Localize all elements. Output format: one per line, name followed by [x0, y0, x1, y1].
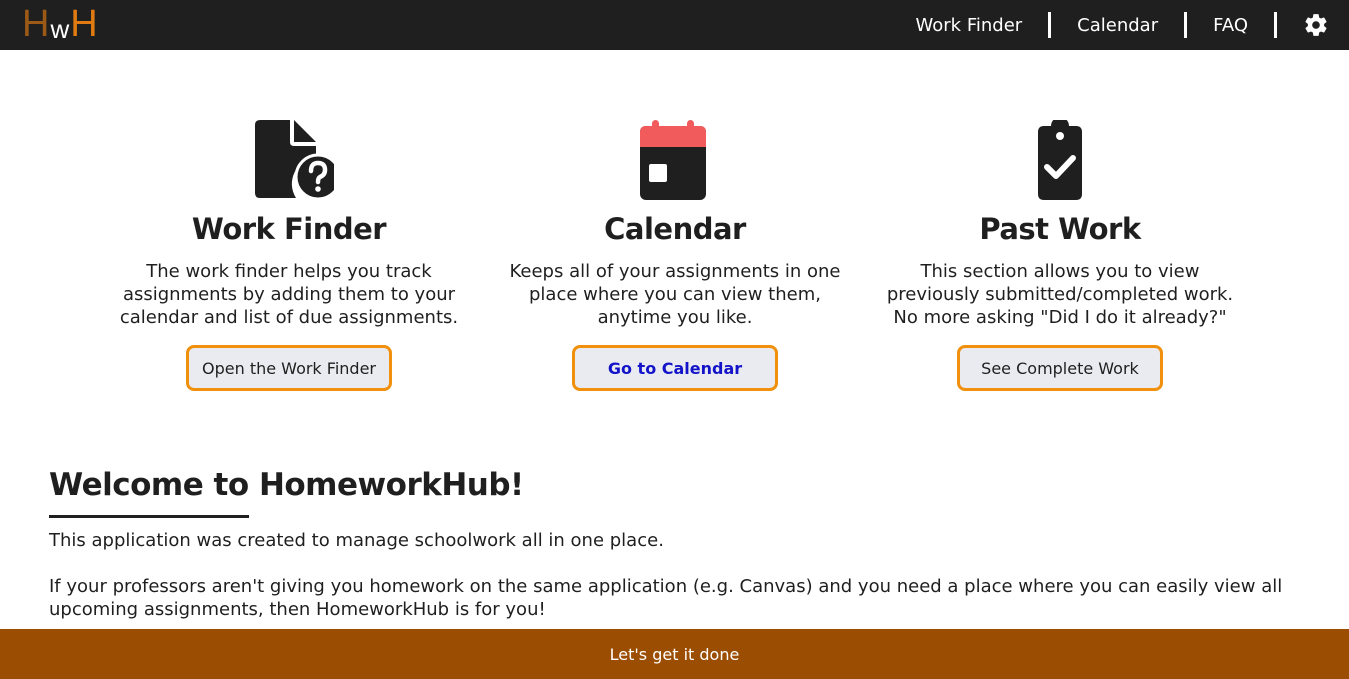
card-work-finder: Work Finder The work finder helps you tr… — [114, 120, 464, 391]
footer-tagline: Let's get it done — [609, 644, 740, 664]
calendar-icon — [640, 120, 706, 200]
card-title: Work Finder — [191, 212, 387, 246]
card-title: Past Work — [979, 212, 1141, 246]
logo-letter-h1: H — [22, 3, 50, 45]
nav-divider — [1184, 12, 1188, 38]
nav-calendar-link[interactable]: Calendar — [1077, 15, 1158, 36]
card-past-work: Past Work This section allows you to vie… — [885, 120, 1235, 391]
card-description: This section allows you to view previous… — [886, 261, 1234, 328]
card-title: Calendar — [604, 212, 746, 246]
nav-divider — [1048, 12, 1052, 38]
nav-work-finder-link[interactable]: Work Finder — [916, 15, 1023, 36]
nav-divider — [1274, 12, 1277, 38]
card-description: Keeps all of your assignments in one pla… — [509, 261, 841, 328]
logo-letter-w: w — [50, 14, 70, 44]
nav-faq-link[interactable]: FAQ — [1213, 15, 1248, 36]
file-question-icon — [255, 120, 334, 201]
main-nav: Work Finder Calendar FAQ — [916, 0, 1329, 50]
welcome-title: Welcome to HomeworkHub! — [49, 467, 524, 503]
clipboard-check-icon — [1038, 120, 1082, 200]
see-complete-work-button[interactable]: See Complete Work — [957, 345, 1163, 391]
card-description: The work finder helps you track assignme… — [119, 261, 459, 328]
gear-icon[interactable] — [1303, 12, 1329, 38]
feature-cards: Work Finder The work finder helps you tr… — [0, 120, 1349, 400]
title-underline — [49, 515, 249, 518]
go-to-calendar-button[interactable]: Go to Calendar — [572, 345, 778, 391]
open-work-finder-button[interactable]: Open the Work Finder — [186, 345, 392, 391]
logo-letter-h2: H — [70, 3, 98, 45]
welcome-section: Welcome to HomeworkHub! This application… — [49, 466, 1309, 621]
top-navbar: H w H Work Finder Calendar FAQ — [0, 0, 1349, 50]
welcome-paragraph-1: This application was created to manage s… — [49, 530, 664, 551]
footer-bar: Let's get it done — [0, 629, 1349, 679]
card-calendar: Calendar Keeps all of your assignments i… — [500, 120, 850, 391]
welcome-paragraph-2: If your professors aren't giving you hom… — [49, 576, 1283, 620]
homeworkhub-logo[interactable]: H w H — [22, 3, 98, 43]
